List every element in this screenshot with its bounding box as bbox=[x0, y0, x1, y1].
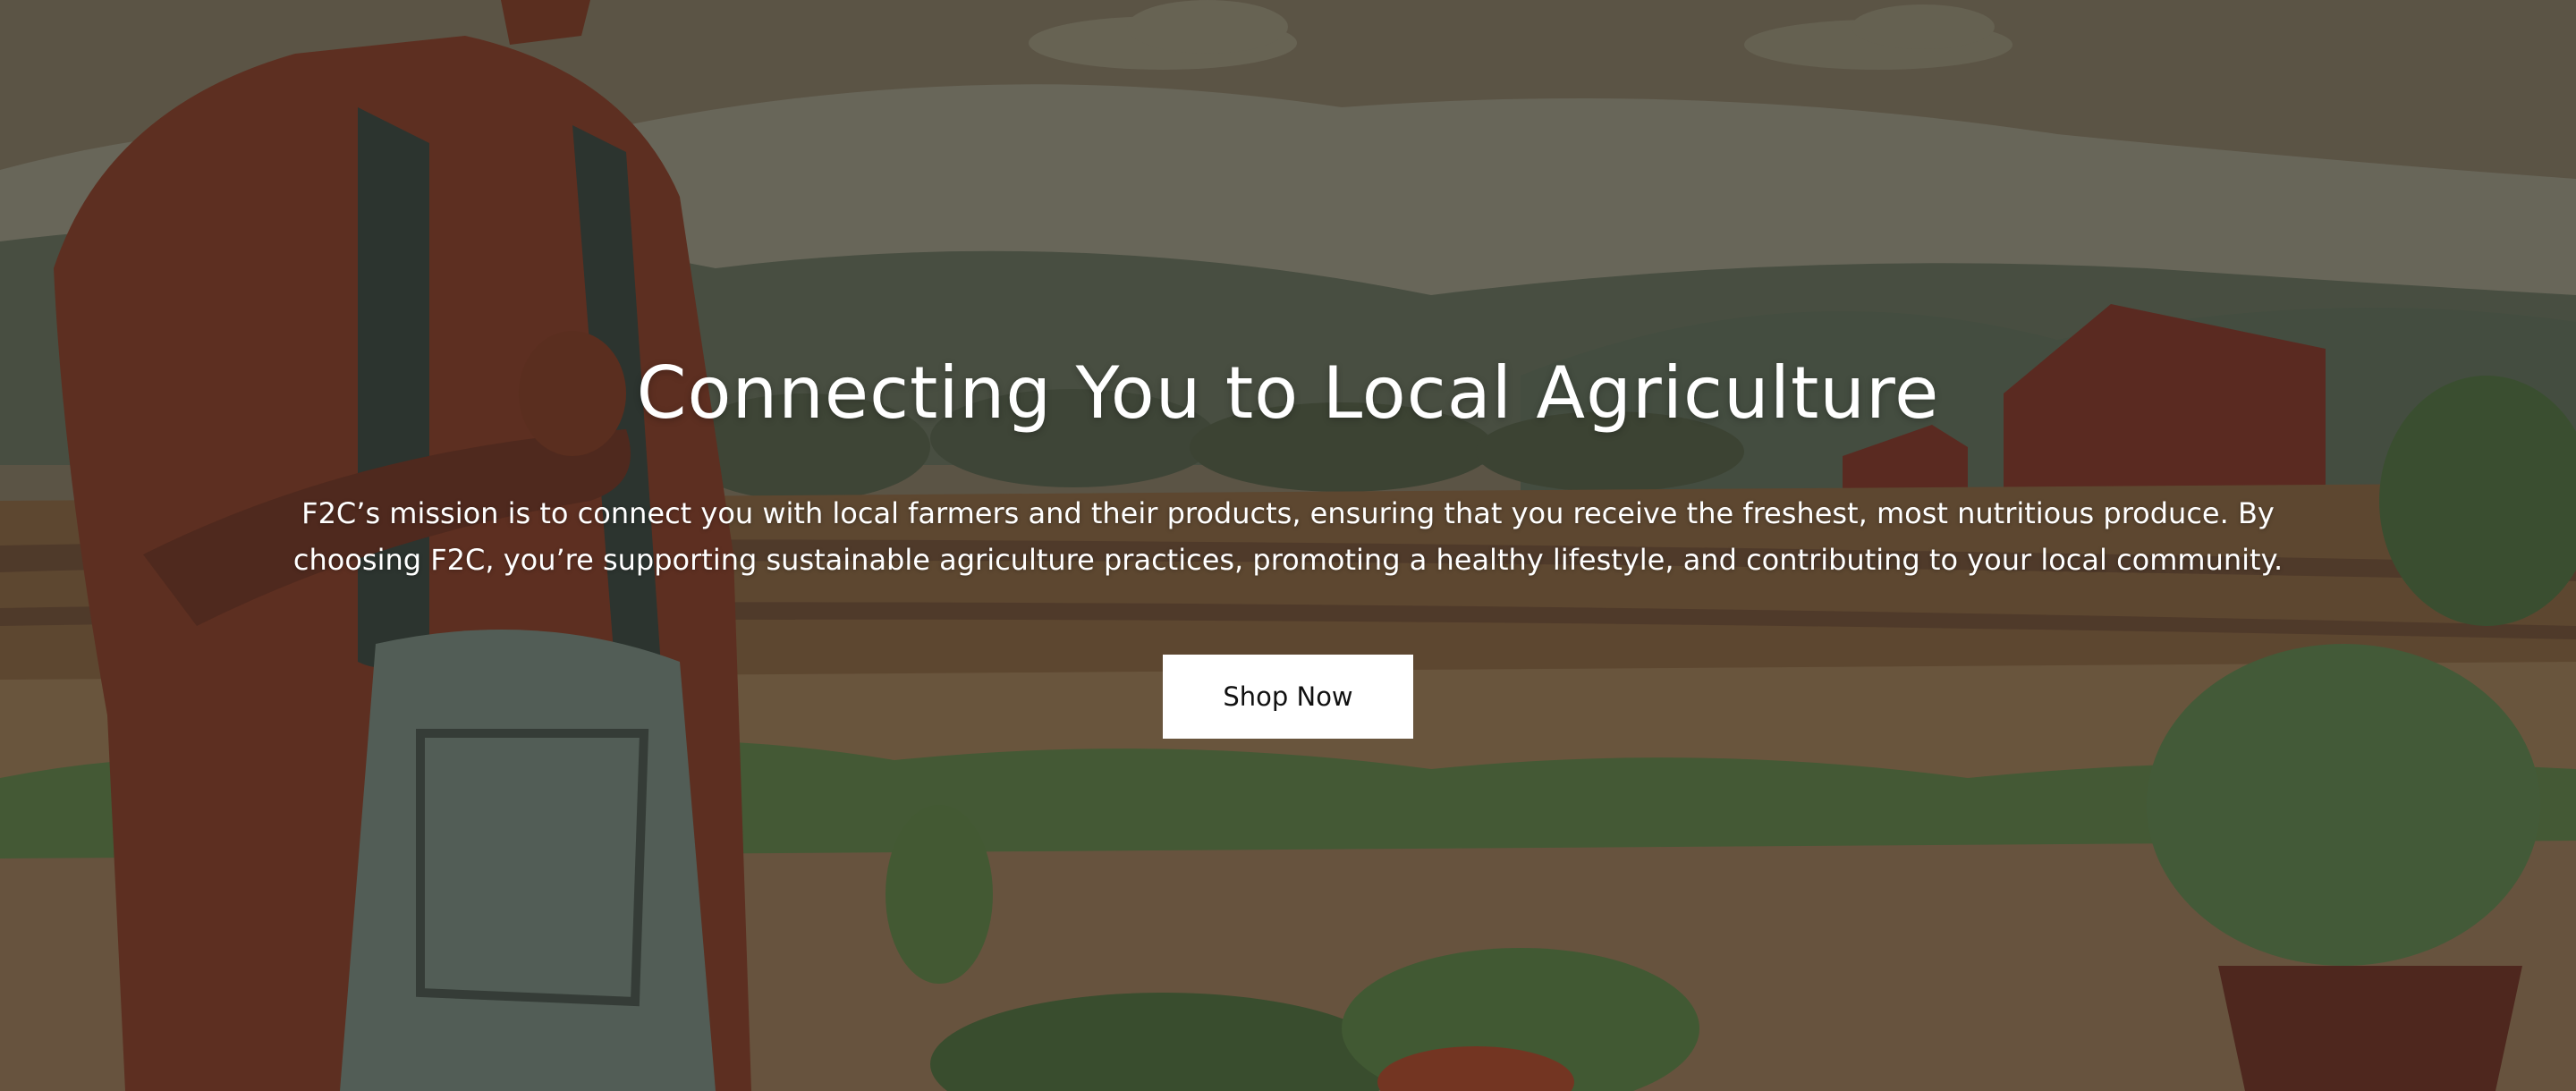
hero-description: F2C’s mission is to connect you with loc… bbox=[292, 496, 2284, 577]
hero-title: Connecting You to Local Agriculture bbox=[636, 351, 1940, 435]
shop-now-button[interactable]: Shop Now bbox=[1163, 655, 1413, 739]
hero-section: Connecting You to Local Agriculture F2C’… bbox=[0, 0, 2576, 1091]
hero-content: Connecting You to Local Agriculture F2C’… bbox=[0, 0, 2576, 1091]
